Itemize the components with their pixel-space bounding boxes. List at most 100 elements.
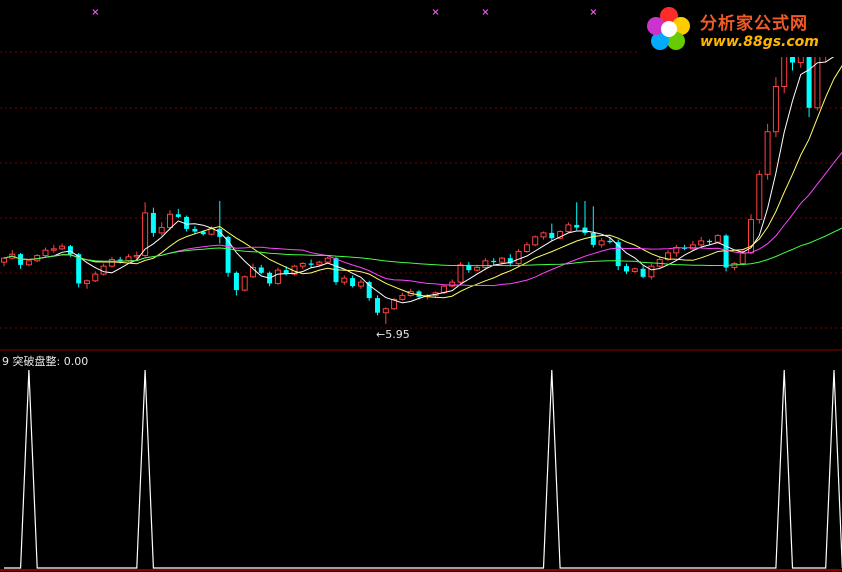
candle-body — [100, 265, 107, 275]
candle — [59, 243, 66, 251]
candle-body — [42, 249, 49, 257]
lowest-price-value: 5.95 — [385, 328, 410, 341]
candle — [598, 238, 605, 248]
candle — [175, 208, 181, 219]
candle-body — [457, 264, 464, 283]
candle — [631, 267, 638, 273]
candle-body — [723, 235, 729, 268]
candle — [241, 275, 248, 292]
candle — [698, 236, 705, 247]
candle-body — [640, 268, 646, 277]
candle-body — [316, 261, 323, 266]
signal-markers — [92, 9, 597, 15]
candle-body — [714, 235, 721, 243]
candle-body — [565, 224, 572, 233]
signal-marker-icon — [432, 9, 439, 15]
candle — [532, 235, 539, 247]
candle-body — [117, 259, 123, 261]
candle — [590, 206, 596, 248]
candle — [491, 258, 497, 265]
candle-body — [523, 244, 530, 253]
candle-body — [648, 265, 655, 278]
candle-body — [499, 257, 505, 263]
signal-marker-icon — [92, 9, 99, 15]
left-arrow-icon: ← — [376, 328, 386, 341]
candle — [308, 259, 314, 268]
candle-body — [698, 240, 705, 246]
candle-body — [707, 240, 712, 243]
candle-body — [108, 258, 115, 267]
candle-body — [357, 281, 364, 287]
candle-body — [366, 282, 372, 299]
candle — [217, 200, 223, 244]
candle-body — [324, 257, 331, 263]
candle-body — [491, 260, 497, 263]
candle-body — [274, 269, 281, 284]
candle-body — [382, 308, 389, 314]
candle — [9, 250, 16, 260]
candle-body — [399, 294, 406, 300]
candle-body — [607, 240, 613, 243]
candle — [764, 123, 771, 180]
indicator-prefix: 9 — [2, 355, 9, 368]
moving-average-lines — [3, 55, 842, 304]
signal-marker-icon — [590, 9, 597, 15]
candle — [299, 262, 306, 269]
candle-body — [241, 276, 248, 291]
candle — [540, 231, 547, 240]
candle-body — [150, 212, 156, 233]
candle — [656, 256, 663, 268]
candle-body — [208, 228, 215, 235]
candle-body — [67, 246, 73, 255]
candle-body — [59, 245, 66, 250]
candle — [84, 279, 90, 289]
candle — [150, 207, 156, 237]
candle-body — [375, 298, 380, 313]
candle — [466, 262, 472, 273]
candle — [515, 248, 522, 265]
candle — [772, 77, 779, 138]
candle — [756, 170, 763, 224]
candle-body — [125, 256, 132, 262]
candle-body — [756, 173, 763, 221]
candle-body — [25, 260, 32, 266]
candle — [258, 264, 264, 275]
chart-canvas — [0, 9, 842, 571]
candle-body — [540, 232, 547, 238]
candle — [42, 247, 49, 257]
indicator-panel — [4, 369, 842, 569]
candle — [267, 271, 273, 287]
logo-title: 分析家公式网 — [700, 14, 808, 34]
price-grid — [0, 51, 842, 329]
candle — [731, 262, 738, 271]
candle-body — [175, 214, 181, 217]
candle-body — [167, 213, 173, 229]
candle-body — [772, 86, 779, 133]
candle-body — [549, 232, 555, 239]
candle — [100, 263, 107, 276]
logo-url: www.88gs.com — [700, 34, 819, 50]
candle — [689, 240, 696, 251]
candle-body — [631, 268, 638, 272]
candle — [233, 271, 239, 296]
indicator-line — [4, 369, 842, 569]
flower-logo-icon — [647, 7, 690, 50]
candle-body — [515, 251, 522, 264]
candle-body — [474, 266, 481, 271]
candle-body — [739, 252, 746, 264]
candle-body — [1, 257, 7, 263]
candle — [18, 252, 24, 269]
site-logo: 分析家公式网 www.88gs.com — [640, 0, 842, 57]
candle — [648, 263, 655, 280]
candle-body — [299, 262, 306, 267]
candle — [50, 244, 57, 253]
candle — [333, 256, 339, 285]
candle — [549, 223, 555, 241]
candlestick-series — [1, 27, 842, 325]
candle-body — [814, 51, 821, 109]
ma-line-ma10 — [3, 65, 842, 299]
candle — [274, 267, 281, 285]
candle — [523, 242, 530, 253]
indicator-value: 0.00 — [63, 355, 89, 368]
candle-body — [225, 236, 231, 273]
